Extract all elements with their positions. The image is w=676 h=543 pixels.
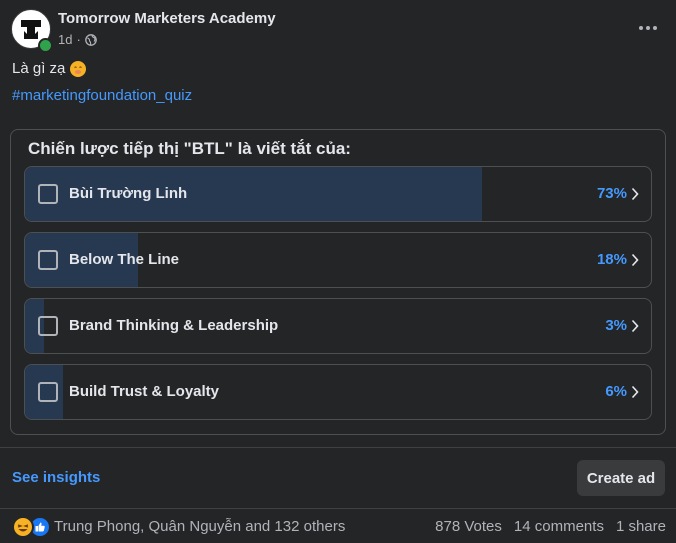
haha-reaction-icon [12, 516, 34, 538]
poll-checkbox[interactable] [38, 250, 58, 270]
poll-checkbox[interactable] [38, 184, 58, 204]
poll-question: Chiến lược tiếp thị "BTL" là viết tắt củ… [28, 139, 351, 158]
poll-option[interactable]: Brand Thinking & Leadership 3% [24, 298, 652, 354]
chevron-right-icon [631, 253, 639, 267]
poll-option-percent: 6% [605, 383, 627, 400]
face-with-hand-over-mouth-icon [70, 60, 87, 77]
divider [0, 508, 676, 509]
shares-count[interactable]: 1 share [616, 518, 666, 535]
post-text: Là gì zạ [12, 60, 87, 77]
comments-count[interactable]: 14 comments [514, 518, 604, 535]
ellipsis-icon [639, 26, 643, 30]
poll: Chiến lược tiếp thị "BTL" là viết tắt củ… [10, 129, 666, 435]
chevron-right-icon [631, 385, 639, 399]
post-time[interactable]: 1d [58, 32, 72, 47]
poll-checkbox[interactable] [38, 316, 58, 336]
poll-option-label: Below The Line [69, 251, 180, 268]
globe-icon[interactable] [84, 33, 97, 46]
poll-option-label: Bùi Trường Linh [69, 185, 188, 202]
poll-option[interactable]: Build Trust & Loyalty 6% [24, 364, 652, 420]
poll-option[interactable]: Bùi Trường Linh 73% [24, 166, 652, 222]
chevron-right-icon [631, 319, 639, 333]
post-card: Tomorrow Marketers Academy 1d · Là gì zạ… [0, 0, 676, 543]
poll-option-label: Brand Thinking & Leadership [69, 317, 279, 334]
poll-option-percent: 3% [605, 317, 627, 334]
poll-option-percent: 18% [596, 251, 627, 268]
online-status-dot [38, 38, 53, 53]
poll-option-percent: 73% [596, 185, 627, 202]
poll-option[interactable]: Below The Line 18% [24, 232, 652, 288]
poll-option-label: Build Trust & Loyalty [69, 383, 220, 400]
post-stats: 878 Votes 14 comments 1 share [435, 518, 666, 535]
reacted-by-text[interactable]: Trung Phong, Quân Nguyễn and 132 others [54, 518, 345, 535]
votes-count[interactable]: 878 Votes [435, 518, 502, 535]
hashtag-link[interactable]: #marketingfoundation_quiz [12, 87, 192, 104]
more-options-button[interactable] [628, 16, 668, 40]
poll-checkbox[interactable] [38, 382, 58, 402]
chevron-right-icon [631, 187, 639, 201]
see-insights-link[interactable]: See insights [12, 469, 100, 486]
post-meta: 1d · [58, 32, 97, 47]
page-name[interactable]: Tomorrow Marketers Academy [58, 10, 276, 27]
post-body: Là gì zạ [12, 60, 66, 77]
reaction-icons[interactable] [12, 516, 51, 538]
create-ad-button[interactable]: Create ad [577, 460, 665, 496]
divider [0, 447, 676, 448]
